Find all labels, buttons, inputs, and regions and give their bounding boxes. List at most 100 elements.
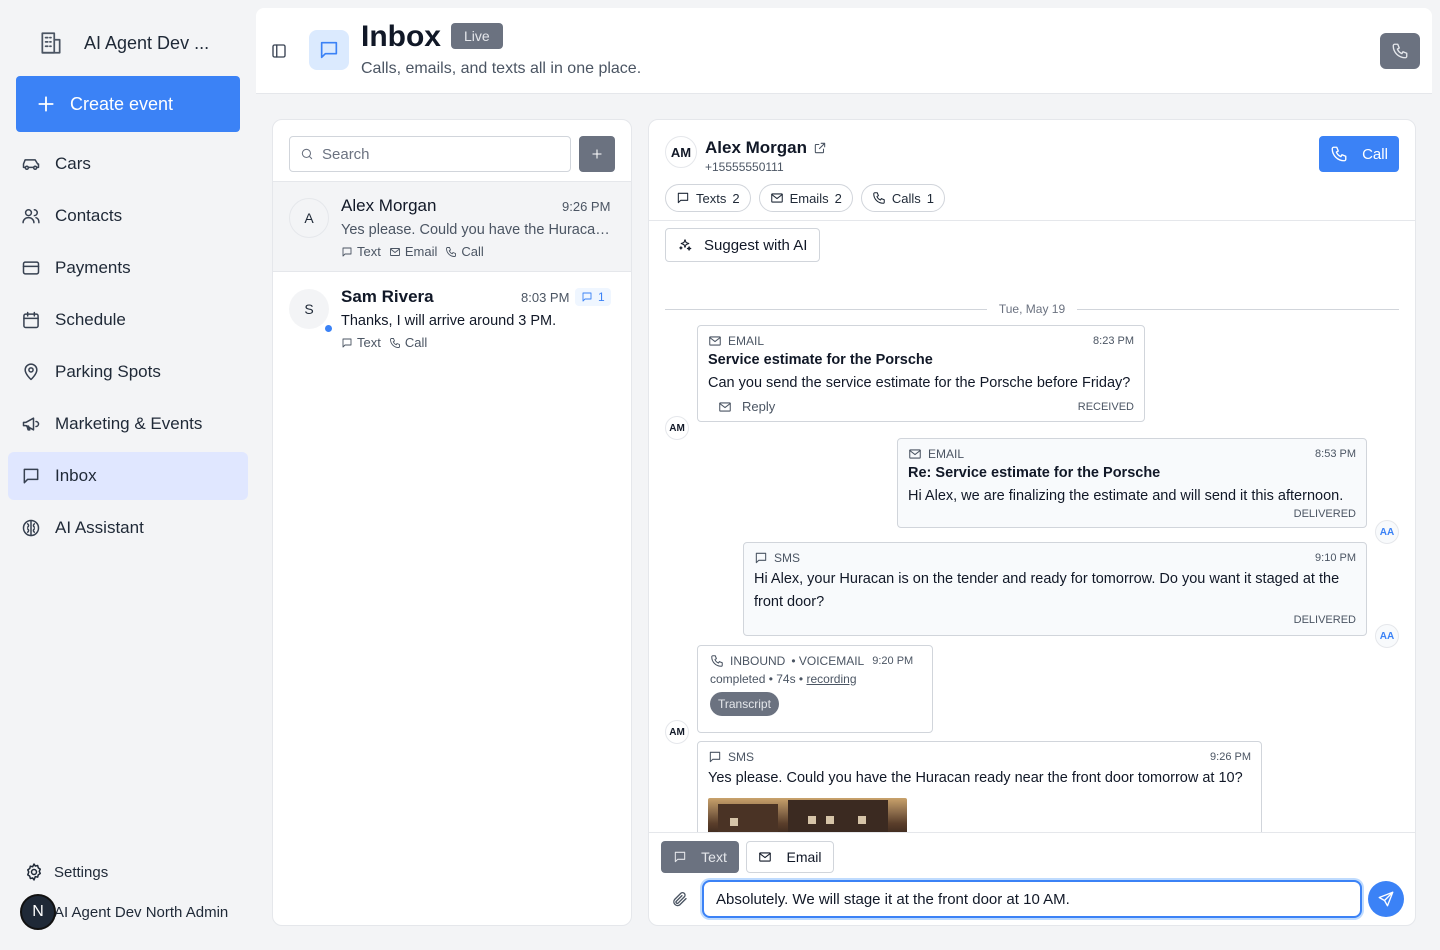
message-time: 9:26 PM [1210,751,1251,763]
date-divider: Tue, May 19 [665,302,1400,316]
channel-email: Email [389,244,437,259]
texts-filter-chip[interactable]: Texts 2 [665,184,751,212]
phone-icon [1392,43,1408,59]
message-input[interactable] [702,880,1362,918]
transcript-button[interactable]: Transcript [710,692,779,716]
avatar: A [289,198,329,238]
message-body: Hi Alex, we are finalizing the estimate … [908,488,1344,504]
sidebar-item-parking-spots[interactable]: Parking Spots [8,348,248,396]
reply-label: Reply [742,399,776,414]
open-contact-link[interactable] [813,141,827,155]
search-input[interactable]: Search [322,146,370,163]
suggest-label: Suggest with AI [704,236,808,254]
mail-icon [770,193,783,203]
mail-icon [389,247,400,256]
calls-filter-chip[interactable]: Calls 1 [860,184,945,212]
avatar: AA [1375,520,1399,544]
live-badge: Live [451,23,503,49]
list-item[interactable]: S Sam Rivera 8:03 PM 1 Thanks, I will ar… [273,273,631,363]
dialer-button[interactable] [1380,33,1420,69]
message-type: SMS [774,551,801,565]
message-list[interactable]: Tue, May 19 EMAIL 8:23 PM Service estima… [649,270,1415,832]
avatar: N [20,894,56,930]
message-time: 9:20 PM [872,655,914,667]
search-icon [301,148,313,160]
sms-message: SMS 9:10 PM Hi Alex, your Huracan is on … [743,542,1367,636]
email-subject: Service estimate for the Porsche [708,352,933,368]
mail-icon [759,852,772,862]
sidebar-item-cars[interactable]: Cars [8,140,248,188]
org-switcher[interactable]: AI Agent Dev ... [38,30,209,56]
new-conversation-button[interactable] [579,136,615,172]
channel-list: Text Call [341,335,427,350]
attachment-image[interactable] [708,798,907,832]
send-button[interactable] [1368,881,1404,917]
chip-count: 2 [732,190,740,206]
phone-icon [389,337,400,348]
sidebar: AI Agent Dev ... Create event Cars Conta… [0,0,256,950]
channel-label: Text [357,335,381,350]
text-mode-tab[interactable]: Text [661,841,739,873]
plus-icon [592,149,602,159]
message-time: 9:10 PM [1315,552,1356,564]
call-detail: completed • 74s • [710,672,804,686]
contact-name: Alex Morgan [705,138,808,157]
users-icon [22,209,40,224]
call-kind: • VOICEMAIL [791,654,865,668]
email-mode-tab[interactable]: Email [746,841,834,873]
voicemail-message: INBOUND • VOICEMAIL 9:20 PM completed • … [697,645,933,733]
sidebar-item-inbox[interactable]: Inbox [8,452,248,500]
settings-link[interactable]: Settings [24,862,108,882]
message-square-icon [674,851,686,863]
user-menu[interactable]: N AI Agent Dev North Admin [20,894,228,930]
sidebar-item-label: Payments [55,258,131,277]
chip-label: Emails [789,190,829,206]
contact-header: Alex Morgan [705,138,827,158]
channel-list: Text Email Call [341,244,484,259]
unread-dot [323,323,334,334]
list-item[interactable]: A Alex Morgan 9:26 PM Yes please. Could … [273,182,631,272]
sidebar-item-marketing-events[interactable]: Marketing & Events [8,400,248,448]
channel-label: Text [357,244,381,259]
inbox-header-icon [309,30,349,70]
car-icon [22,159,40,170]
recording-link[interactable]: recording [806,672,856,686]
page-title: Inbox [361,20,441,53]
create-event-button[interactable]: Create event [16,76,240,132]
message-time: 8:23 PM [1093,335,1134,347]
call-direction: INBOUND [730,654,786,668]
attach-button[interactable] [671,890,689,908]
avatar: AM [665,136,697,168]
channel-label: Call [461,244,484,259]
message-status: DELIVERED [1293,508,1356,520]
sidebar-item-schedule[interactable]: Schedule [8,296,248,344]
channel-label: Call [404,335,428,350]
tab-label: Text [701,849,727,865]
sms-message: SMS 9:26 PM Yes please. Could you have t… [697,741,1262,832]
emails-filter-chip[interactable]: Emails 2 [758,184,853,212]
sidebar-toggle-button[interactable] [270,42,288,60]
calendar-icon [23,311,39,329]
message-type: EMAIL [728,334,765,348]
message-status: RECEIVED [1077,400,1134,413]
plus-icon [38,96,54,112]
channel-filter-chips: Texts 2 Emails 2 Calls 1 [665,184,945,212]
message-square-icon [342,247,352,256]
suggest-with-ai-button[interactable]: Suggest with AI [665,228,821,262]
reply-button[interactable]: Reply [718,399,775,414]
sidebar-item-payments[interactable]: Payments [8,244,248,292]
phone-icon [711,655,723,667]
contact-name: Alex Morgan [341,196,437,215]
message-body: Can you send the service estimate for th… [708,375,1131,391]
phone-icon [446,246,457,257]
message-preview: Thanks, I will arrive around 3 PM. [341,313,557,329]
create-event-label: Create event [70,93,174,114]
avatar: AM [665,720,689,744]
building-icon [41,32,61,54]
search-field[interactable]: Search [289,136,571,172]
sidebar-item-ai-assistant[interactable]: AI Assistant [8,504,248,552]
sidebar-item-contacts[interactable]: Contacts [8,192,248,240]
call-button[interactable]: Call [1319,136,1399,172]
contact-name: Sam Rivera [341,287,434,306]
chip-label: Texts [696,190,727,206]
